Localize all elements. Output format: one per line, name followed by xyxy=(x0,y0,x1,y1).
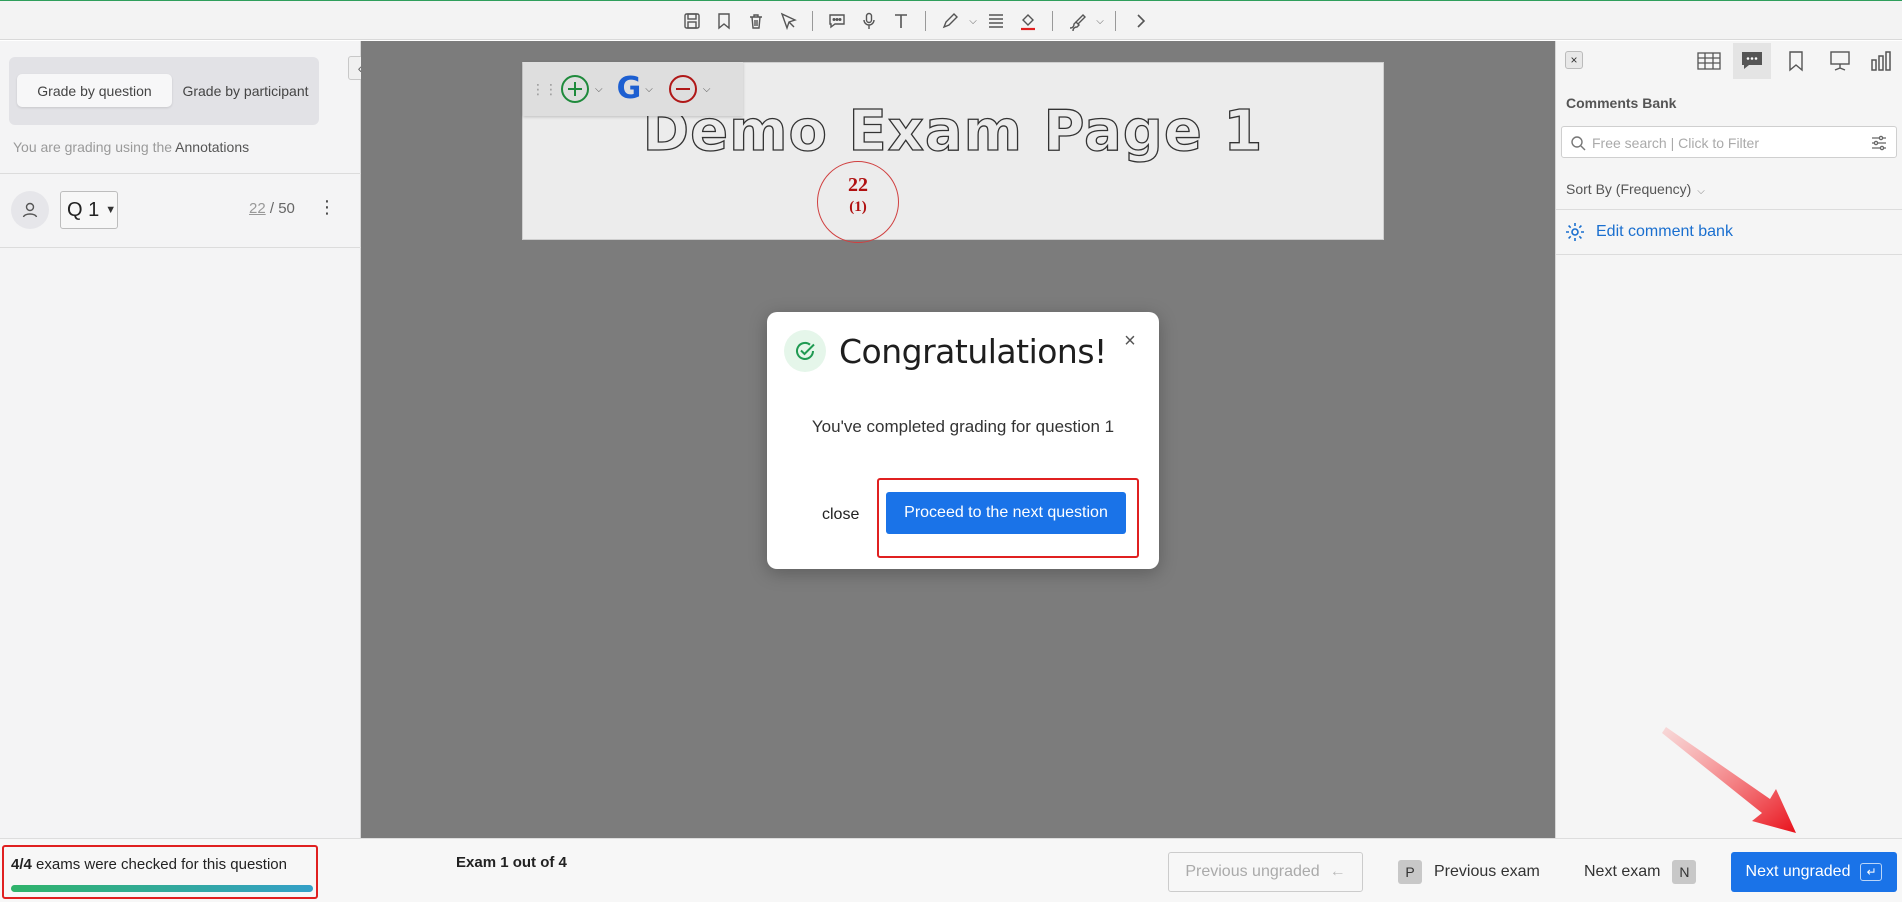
annotation-tools: ⌵ ⌵ xyxy=(676,7,1156,35)
exam-position: Exam 1 out of 4 xyxy=(456,854,567,871)
floating-grade-tools: ⋮⋮ ⌵ G ⌵ ⌵ xyxy=(523,62,743,116)
close-icon[interactable]: × xyxy=(1119,330,1141,352)
checked-count: 4/4 xyxy=(11,856,32,873)
close-button[interactable]: close xyxy=(822,506,859,524)
toolbar-divider xyxy=(1052,11,1053,31)
next-ungraded-button[interactable]: Next ungraded ↵ xyxy=(1731,852,1897,892)
grading-sidebar: Grade by question Grade by participant Y… xyxy=(0,41,372,838)
shortcut-key-n: N xyxy=(1672,860,1697,884)
panel-tabs: × xyxy=(1556,41,1902,81)
question-score: 22 / 50 xyxy=(249,200,295,217)
question-select[interactable]: Q 1 ▼ xyxy=(60,191,118,229)
previous-exam-label: Previous exam xyxy=(1434,863,1540,880)
search-icon xyxy=(1570,135,1586,156)
checked-text: exams were checked for this question xyxy=(31,856,287,873)
arrow-left-icon: ← xyxy=(1329,863,1346,880)
toolbar-divider xyxy=(812,11,813,31)
progress-highlight: 4/4 exams were checked for this question xyxy=(2,845,318,899)
shortcut-key-p: P xyxy=(1398,860,1422,884)
comments-panel: × Comments Bank Free search | Click to F… xyxy=(1555,41,1902,838)
trash-icon[interactable] xyxy=(740,7,772,35)
red-arrow-annotation xyxy=(1662,727,1796,833)
score-separator: / xyxy=(265,200,279,217)
stamp-score: 22 xyxy=(848,174,868,196)
more-options-icon[interactable]: ⋮ xyxy=(318,198,336,216)
score-stamp[interactable]: 22 (1) xyxy=(817,161,899,243)
grading-mode-toggle: Grade by question Grade by participant xyxy=(9,57,319,125)
google-icon[interactable]: G ⌵ xyxy=(617,74,653,104)
close-panel-icon[interactable]: × xyxy=(1565,51,1583,69)
edit-comment-bank-label: Edit comment bank xyxy=(1596,223,1733,240)
chevron-down-icon: ⌵ xyxy=(1697,186,1705,197)
chevron-down-icon: ▼ xyxy=(105,204,117,216)
score-max: 50 xyxy=(278,200,295,217)
table-icon[interactable] xyxy=(1690,43,1728,79)
divider xyxy=(0,247,361,248)
panel-title: Comments Bank xyxy=(1566,95,1677,111)
check-circle-icon xyxy=(784,330,826,372)
checked-status: 4/4 exams were checked for this question xyxy=(11,856,287,873)
previous-exam-button[interactable]: P Previous exam xyxy=(1398,852,1540,892)
top-toolbar: ⌵ ⌵ xyxy=(0,0,1902,40)
grading-note-prefix: You are grading using the xyxy=(13,139,176,155)
fill-icon[interactable] xyxy=(1012,7,1044,35)
question-select-value: Q 1 xyxy=(67,198,100,221)
presentation-icon[interactable] xyxy=(1821,43,1859,79)
previous-ungraded-label: Previous ungraded xyxy=(1185,863,1320,880)
cursor-icon[interactable] xyxy=(772,7,804,35)
sort-dropdown[interactable]: Sort By (Frequency) ⌵ xyxy=(1566,181,1705,197)
bookmark-icon[interactable] xyxy=(1777,43,1815,79)
chevron-down-icon[interactable]: ⌵ xyxy=(1093,7,1107,35)
comment-icon[interactable] xyxy=(821,7,853,35)
toolbar-divider xyxy=(925,11,926,31)
divider xyxy=(1556,254,1902,255)
chevron-down-icon[interactable]: ⌵ xyxy=(595,84,603,95)
score-value[interactable]: 22 xyxy=(249,200,266,217)
comment-bubble-icon[interactable] xyxy=(1733,43,1771,79)
divider xyxy=(1556,209,1902,210)
gear-icon xyxy=(1566,223,1584,241)
sort-label: Sort By (Frequency) xyxy=(1566,181,1692,197)
microphone-icon[interactable] xyxy=(853,7,885,35)
stamp-sub: (1) xyxy=(849,199,867,215)
bottom-navigation-bar: 4/4 exams were checked for this question… xyxy=(0,838,1902,902)
person-icon[interactable] xyxy=(11,191,49,229)
bookmark-icon[interactable] xyxy=(708,7,740,35)
chevron-down-icon[interactable]: ⌵ xyxy=(966,7,980,35)
grading-progress-bar xyxy=(11,885,313,892)
congratulations-dialog: Congratulations! × You've completed grad… xyxy=(767,312,1159,569)
save-icon[interactable] xyxy=(676,7,708,35)
text-icon[interactable] xyxy=(885,7,917,35)
edit-comment-bank-link[interactable]: Edit comment bank xyxy=(1564,221,1733,243)
minus-circle-icon[interactable]: ⌵ xyxy=(667,73,711,105)
proceed-highlight: Proceed to the next question xyxy=(877,478,1139,558)
toolbar-divider xyxy=(1115,11,1116,31)
grading-method: Annotations xyxy=(175,139,250,155)
bar-chart-icon[interactable] xyxy=(1862,43,1900,79)
filter-settings-icon[interactable] xyxy=(1870,134,1888,157)
plus-circle-icon[interactable]: ⌵ xyxy=(559,73,603,105)
lines-icon[interactable] xyxy=(980,7,1012,35)
dialog-title: Congratulations! xyxy=(839,332,1107,371)
comment-search-input[interactable]: Free search | Click to Filter xyxy=(1561,126,1897,158)
next-exam-button[interactable]: Next exam N xyxy=(1584,852,1697,892)
grade-by-question-tab[interactable]: Grade by question xyxy=(17,74,172,107)
proceed-next-question-button[interactable]: Proceed to the next question xyxy=(886,492,1126,534)
next-ungraded-label: Next ungraded xyxy=(1745,863,1851,880)
enter-key-icon: ↵ xyxy=(1860,863,1883,881)
previous-ungraded-button[interactable]: Previous ungraded ← xyxy=(1168,852,1363,892)
pen-icon[interactable] xyxy=(934,7,966,35)
grade-by-participant-tab[interactable]: Grade by participant xyxy=(177,65,314,117)
drag-handle-icon[interactable]: ⋮⋮ xyxy=(531,82,558,96)
grading-progress-fill xyxy=(11,885,313,892)
dialog-message: You've completed grading for question 1 xyxy=(811,417,1115,436)
question-row: Q 1 ▼ 22 / 50 ⋮ xyxy=(0,174,361,248)
grading-method-note: You are grading using the Annotations xyxy=(13,139,249,155)
next-exam-label: Next exam xyxy=(1584,863,1661,880)
chevron-down-icon[interactable]: ⌵ xyxy=(645,84,653,95)
brush-icon[interactable] xyxy=(1061,7,1093,35)
chevron-right-icon[interactable] xyxy=(1124,7,1156,35)
search-placeholder: Free search | Click to Filter xyxy=(1592,135,1760,151)
chevron-down-icon[interactable]: ⌵ xyxy=(703,84,711,95)
